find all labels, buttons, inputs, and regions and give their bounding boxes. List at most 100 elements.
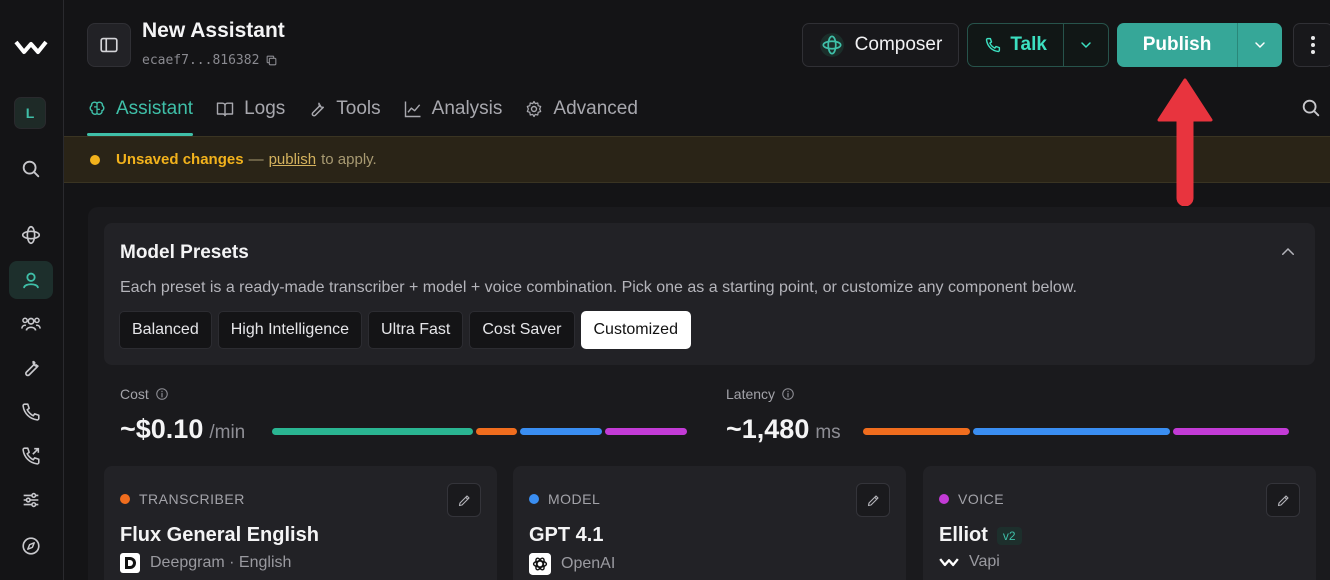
- preset-high-intelligence[interactable]: High Intelligence: [217, 311, 363, 349]
- preset-cost-saver[interactable]: Cost Saver: [469, 311, 575, 349]
- tab-tools-label: Tools: [336, 98, 381, 119]
- rail-phone-button[interactable]: [9, 393, 53, 431]
- edit-voice-button[interactable]: [1266, 483, 1300, 517]
- preset-balanced[interactable]: Balanced: [119, 311, 212, 349]
- voice-label: VOICE: [958, 491, 1005, 507]
- rail-explore-button[interactable]: [9, 527, 53, 565]
- rail-assistants-button[interactable]: [9, 261, 53, 299]
- orbit-icon: [21, 225, 41, 245]
- workspace-avatar[interactable]: L: [14, 97, 46, 129]
- chevron-up-icon[interactable]: [1279, 243, 1297, 261]
- tab-advanced[interactable]: Advanced: [524, 94, 638, 124]
- info-icon[interactable]: [155, 387, 169, 401]
- transcriber-provider-text: Deepgram · English: [150, 554, 292, 571]
- transcriber-name: Flux General English: [120, 524, 319, 546]
- logo-icon[interactable]: [14, 36, 48, 58]
- edit-transcriber-button[interactable]: [447, 483, 481, 517]
- openai-logo-icon: [529, 553, 551, 575]
- voice-dot-icon: [939, 494, 949, 504]
- composer-label: Composer: [854, 34, 943, 55]
- presets-title: Model Presets: [120, 242, 249, 263]
- unsaved-changes-banner: Unsaved changes — publish to apply.: [64, 136, 1330, 183]
- publish-button-group: Publish: [1117, 23, 1282, 67]
- model-presets-section: Model Presets Each preset is a ready-mad…: [104, 223, 1315, 365]
- voice-card: VOICE Elliot v2 Vapi: [923, 466, 1316, 580]
- tab-logs[interactable]: Logs: [215, 94, 285, 124]
- transcriber-header: TRANSCRIBER: [120, 491, 245, 507]
- cost-value: ~$0.10 /min: [120, 414, 245, 445]
- rail-composer-button[interactable]: [9, 216, 53, 254]
- sidebar-toggle-button[interactable]: [87, 23, 131, 67]
- latency-breakdown-bar: [863, 428, 1297, 435]
- copy-icon[interactable]: [265, 54, 278, 67]
- publish-button[interactable]: Publish: [1117, 23, 1238, 67]
- voice-provider: Vapi: [939, 553, 1000, 571]
- model-provider-text: OpenAI: [561, 555, 616, 572]
- banner-dash: —: [248, 151, 264, 168]
- edit-model-button[interactable]: [856, 483, 890, 517]
- latency-label: Latency: [726, 386, 795, 402]
- chevron-down-icon: [1081, 42, 1091, 49]
- cost-unit: /min: [209, 422, 246, 443]
- pencil-icon: [458, 494, 470, 506]
- search-icon[interactable]: [1300, 97, 1322, 119]
- preset-options: Balanced High Intelligence Ultra Fast Co…: [119, 311, 691, 349]
- vapi-logo-icon: [939, 558, 959, 567]
- rail-search-button[interactable]: [9, 150, 53, 188]
- transcriber-label: TRANSCRIBER: [139, 491, 245, 507]
- preset-customized[interactable]: Customized: [580, 311, 691, 349]
- model-dot-icon: [529, 494, 539, 504]
- model-name: GPT 4.1: [529, 524, 604, 546]
- model-provider: OpenAI: [529, 553, 615, 575]
- rail-tools-button[interactable]: [9, 349, 53, 387]
- voice-name: Elliot: [939, 524, 988, 546]
- rail-squads-button[interactable]: [9, 305, 53, 343]
- latency-value: ~1,480 ms: [726, 414, 841, 445]
- more-options-button[interactable]: [1293, 23, 1330, 67]
- latency-segment: [973, 428, 1170, 435]
- latency-amount: ~1,480: [726, 414, 810, 444]
- talk-button-group: Talk: [967, 23, 1109, 67]
- left-rail: L: [0, 0, 64, 580]
- book-icon: [216, 102, 234, 117]
- assistant-id: ecaef7...816382: [142, 53, 278, 68]
- tab-assistant[interactable]: Assistant: [87, 94, 194, 136]
- banner-publish-link[interactable]: publish: [269, 151, 317, 168]
- sliders-icon: [23, 492, 39, 508]
- model-header: MODEL: [529, 491, 600, 507]
- voice-version-badge: v2: [996, 526, 1022, 545]
- tab-advanced-label: Advanced: [553, 98, 638, 119]
- more-vertical-icon: [1311, 36, 1315, 54]
- composer-button[interactable]: Composer: [802, 23, 959, 67]
- preset-ultra-fast[interactable]: Ultra Fast: [368, 311, 464, 349]
- latency-segment: [863, 428, 970, 435]
- transcriber-dot-icon: [120, 494, 130, 504]
- rail-calls-button[interactable]: [9, 437, 53, 475]
- latency-label-text: Latency: [726, 386, 776, 402]
- info-icon[interactable]: [781, 387, 795, 401]
- chevron-down-icon: [1255, 42, 1265, 49]
- latency-segment: [1173, 428, 1289, 435]
- talk-dropdown-button[interactable]: [1064, 24, 1108, 66]
- chart-line-icon: [404, 101, 421, 118]
- model-card: MODEL GPT 4.1 OpenAI: [513, 466, 906, 580]
- rail-settings-button[interactable]: [9, 481, 53, 519]
- user-icon: [23, 272, 39, 289]
- publish-dropdown-button[interactable]: [1238, 23, 1282, 67]
- tab-logs-label: Logs: [244, 98, 286, 119]
- voice-provider-text: Vapi: [969, 553, 1000, 570]
- transcriber-card: TRANSCRIBER Flux General English Deepgra…: [104, 466, 497, 580]
- tab-analysis[interactable]: Analysis: [403, 94, 502, 124]
- orbit-icon: [819, 33, 844, 57]
- voice-header: VOICE: [939, 491, 1004, 507]
- latency-unit: ms: [815, 422, 841, 443]
- tab-tools[interactable]: Tools: [307, 94, 381, 124]
- banner-status: Unsaved changes: [116, 151, 244, 168]
- gear-icon: [527, 100, 542, 118]
- talk-button[interactable]: Talk: [968, 24, 1065, 66]
- compass-icon: [22, 537, 40, 555]
- banner-suffix: to apply.: [321, 151, 377, 168]
- model-label: MODEL: [548, 491, 601, 507]
- annotation-arrow-icon: [1157, 78, 1213, 206]
- cost-label-text: Cost: [120, 386, 149, 402]
